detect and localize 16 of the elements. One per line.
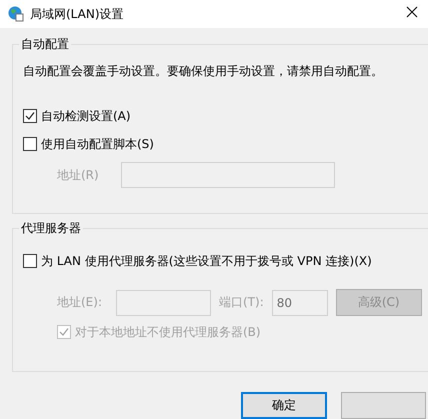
window-title: 局域网(LAN)设置 [30,6,125,22]
checkbox-label: 为 LAN 使用代理服务器(这些设置不用于拨号或 VPN 连接)(X) [41,252,372,270]
checkbox[interactable] [23,109,37,123]
address-label: 地址(E): [57,294,102,311]
description-text: 自动配置会覆盖手动设置。要确保使用手动设置，请禁用自动配置。 [23,63,384,80]
checkbox-label: 对于本地地址不使用代理服务器(B) [75,324,261,340]
address-label: 地址(R) [57,166,99,184]
checkbox[interactable] [23,137,37,151]
group-title: 代理服务器 [19,220,83,237]
ok-button[interactable]: 确定 [241,392,327,419]
checkbox[interactable] [23,254,37,268]
checkbox-label: 自动检测设置(A) [41,108,131,124]
port-label: 端口(T): [219,294,264,311]
globe-icon [8,6,24,22]
group-title: 自动配置 [19,36,71,53]
checkbox-label: 使用自动配置脚本(S) [41,136,154,152]
